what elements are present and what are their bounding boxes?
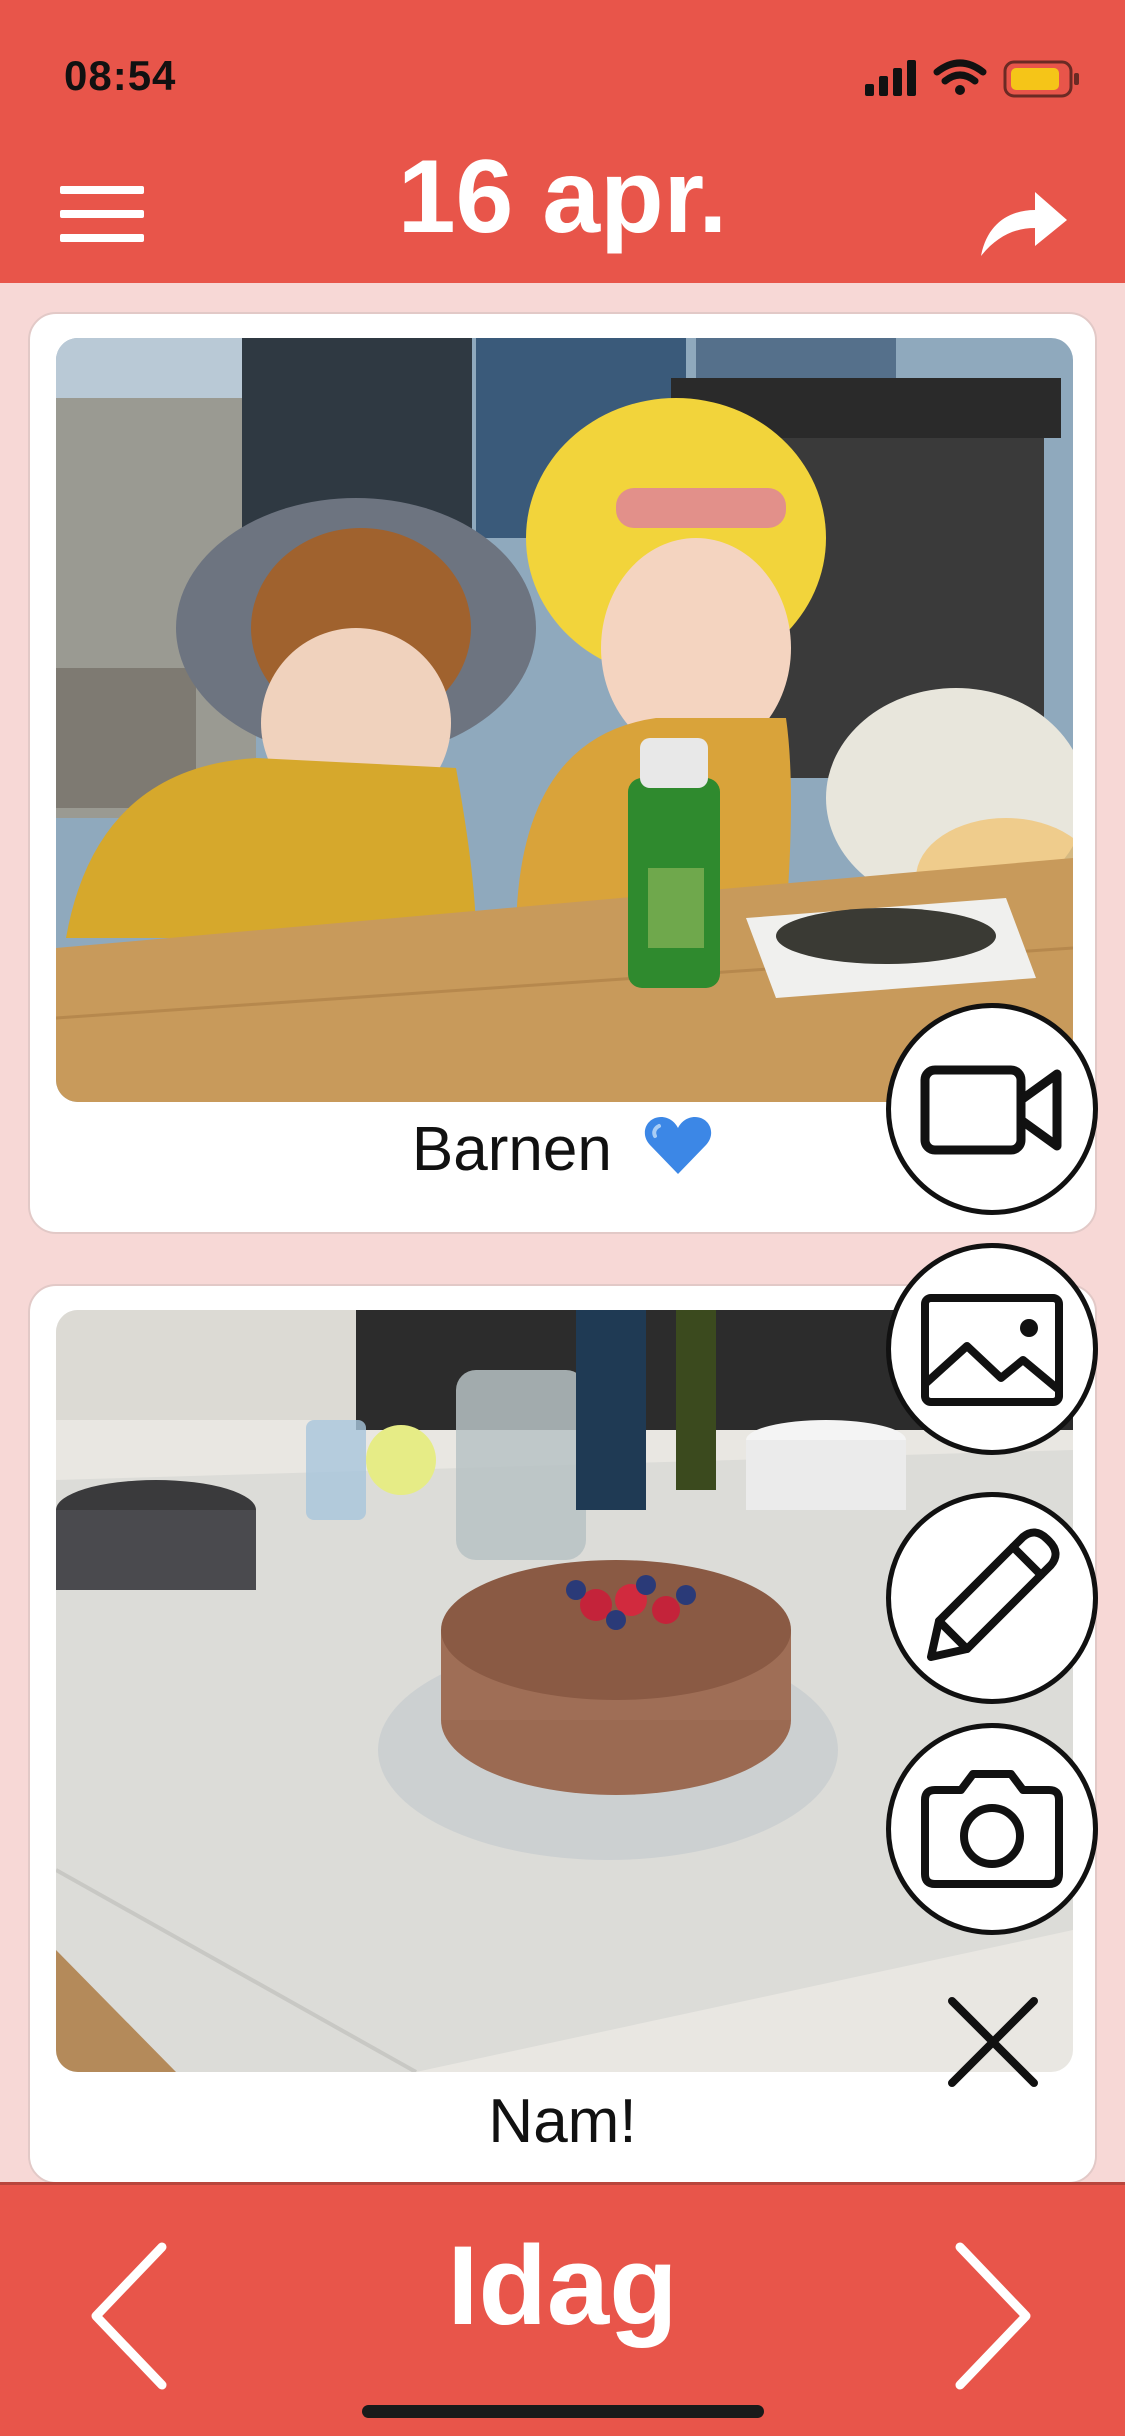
camera-button[interactable] bbox=[886, 1723, 1098, 1935]
entry-caption: Nam! bbox=[30, 2086, 1095, 2157]
video-button[interactable] bbox=[886, 1003, 1098, 1215]
blue-heart-icon bbox=[643, 1114, 713, 1193]
battery-icon bbox=[1003, 60, 1079, 98]
pencil-icon bbox=[927, 1528, 1060, 1661]
close-icon[interactable] bbox=[944, 1993, 1042, 2091]
photo-children-at-table[interactable] bbox=[56, 338, 1073, 1102]
day-navigation-footer: Idag bbox=[0, 2182, 1125, 2436]
pencil-button[interactable] bbox=[886, 1492, 1098, 1704]
camera-icon bbox=[921, 1770, 1063, 1888]
page-title: 16 apr. bbox=[397, 139, 728, 255]
status-time: 08:54 bbox=[64, 52, 177, 99]
wifi-icon bbox=[933, 59, 987, 95]
app-header: 08:54 16 apr. bbox=[0, 0, 1125, 283]
image-button[interactable] bbox=[886, 1243, 1098, 1455]
chevron-right-icon[interactable] bbox=[946, 2241, 1036, 2391]
share-arrow-icon[interactable] bbox=[977, 184, 1069, 260]
status-icons bbox=[865, 58, 1085, 98]
home-indicator bbox=[362, 2405, 764, 2418]
image-gallery-icon bbox=[921, 1294, 1063, 1406]
cellular-signal-icon bbox=[865, 60, 916, 96]
video-camera-icon bbox=[920, 1065, 1062, 1155]
caption-text: Barnen bbox=[411, 1115, 612, 1184]
caption-text: Nam! bbox=[488, 2087, 637, 2156]
